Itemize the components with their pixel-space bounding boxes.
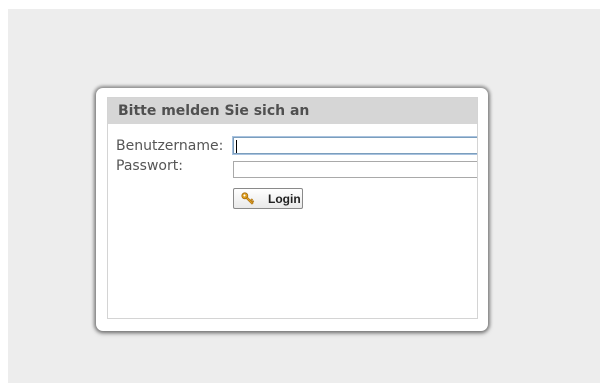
login-panel: Bitte melden Sie sich an Benutzername: P… xyxy=(107,97,478,319)
username-label: Benutzername: xyxy=(116,138,224,154)
login-card: Bitte melden Sie sich an Benutzername: P… xyxy=(96,88,488,331)
login-button-label: Login xyxy=(268,192,301,206)
key-icon xyxy=(241,192,255,205)
password-label: Passwort: xyxy=(116,158,183,174)
login-button[interactable]: Login xyxy=(233,188,303,209)
username-input[interactable] xyxy=(233,137,477,154)
password-input[interactable] xyxy=(233,161,477,178)
login-title: Bitte melden Sie sich an xyxy=(108,98,477,124)
text-caret xyxy=(236,140,237,153)
